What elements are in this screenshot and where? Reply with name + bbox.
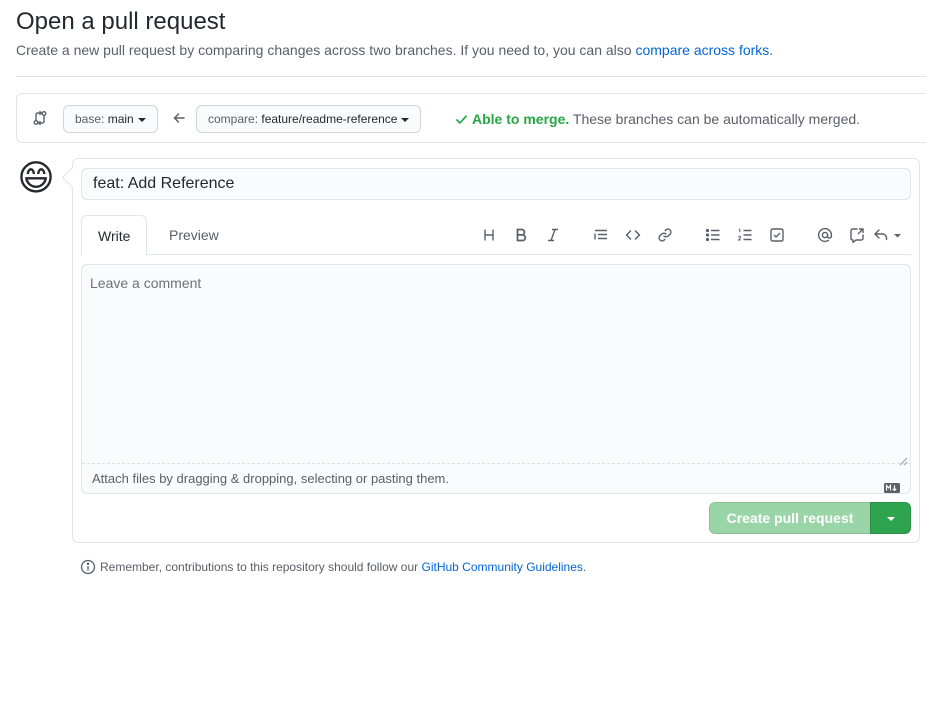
resize-handle-icon[interactable] <box>898 453 908 466</box>
quote-icon[interactable] <box>593 227 609 243</box>
tab-preview[interactable]: Preview <box>153 215 235 255</box>
info-icon <box>80 559 96 575</box>
saved-replies-icon[interactable] <box>873 227 903 243</box>
code-icon[interactable] <box>625 227 641 243</box>
comment-box: Attach files by dragging & dropping, sel… <box>81 264 911 494</box>
link-icon[interactable] <box>657 227 673 243</box>
cross-reference-icon[interactable] <box>849 227 865 243</box>
community-guidelines-link[interactable]: GitHub Community Guidelines <box>422 560 583 574</box>
italic-icon[interactable] <box>545 227 561 243</box>
mention-icon[interactable] <box>817 227 833 243</box>
bold-icon[interactable] <box>513 227 529 243</box>
compare-branch-selector[interactable]: compare: feature/readme-reference <box>196 105 422 133</box>
caret-down-icon <box>401 117 410 122</box>
comment-textarea[interactable] <box>82 265 910 463</box>
caret-down-icon <box>137 117 146 122</box>
merge-detail: These branches can be automatically merg… <box>569 111 861 127</box>
caret-down-icon <box>887 517 895 521</box>
git-compare-icon <box>32 110 48 126</box>
pull-request-composer: Write Preview <box>72 158 920 543</box>
tab-write[interactable]: Write <box>81 215 148 256</box>
base-branch-name: main <box>107 112 134 126</box>
pr-title-input[interactable] <box>81 168 911 200</box>
note-end: . <box>582 560 587 574</box>
attach-files-bar[interactable]: Attach files by dragging & dropping, sel… <box>82 463 910 493</box>
avatar: 😄 <box>17 157 55 198</box>
arrow-left-icon <box>172 111 186 125</box>
check-icon <box>456 115 467 124</box>
page-title: Open a pull request <box>16 8 226 35</box>
attach-files-text: Attach files by dragging & dropping, sel… <box>92 471 449 486</box>
markdown-icon[interactable] <box>884 474 900 493</box>
compare-prefix: compare: <box>208 112 262 126</box>
merge-ok-label: Able to merge. <box>472 111 570 127</box>
task-list-icon[interactable] <box>769 227 785 243</box>
note-text: Remember, contributions to this reposito… <box>100 560 422 574</box>
numbered-list-icon[interactable] <box>737 227 753 243</box>
editor-tabs: Write Preview <box>81 215 911 256</box>
base-prefix: base: <box>75 112 108 126</box>
create-pull-request-button[interactable]: Create pull request <box>709 502 871 534</box>
divider <box>16 76 926 77</box>
create-options-dropdown-button[interactable] <box>870 502 911 534</box>
bulleted-list-icon[interactable] <box>705 227 721 243</box>
base-branch-selector[interactable]: base: main <box>63 105 158 133</box>
branch-range-bar: base: main compare: feature/readme-refer… <box>16 93 926 143</box>
compare-branch-name: feature/readme-reference <box>261 112 398 126</box>
heading-icon[interactable] <box>481 227 497 243</box>
community-guidelines-note: Remember, contributions to this reposito… <box>80 559 586 575</box>
compare-across-forks-link[interactable]: compare across forks <box>635 42 769 58</box>
page-subtitle: Create a new pull request by comparing c… <box>16 41 773 59</box>
subtitle-end: . <box>769 42 774 58</box>
merge-status: Able to merge. These branches can be aut… <box>455 110 860 128</box>
subtitle-text: Create a new pull request by comparing c… <box>16 42 636 58</box>
